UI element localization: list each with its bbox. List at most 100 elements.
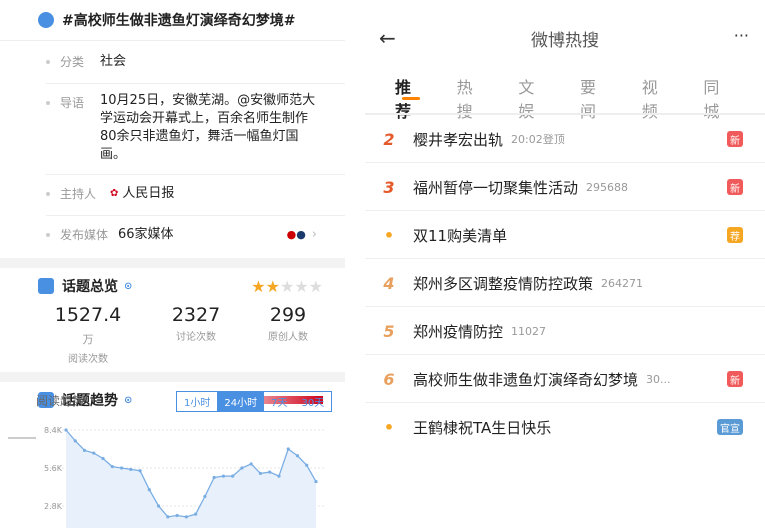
y-tick-label: 8.4K xyxy=(44,426,63,435)
star-icon: ★ xyxy=(308,276,323,296)
item-badge: 新 xyxy=(727,179,743,195)
media-value: 66家媒体 xyxy=(118,227,174,242)
hot-search-item[interactable]: 5 郑州疫情防控 11027 xyxy=(365,306,765,355)
item-badge: 新 xyxy=(727,131,743,147)
item-meta: 264271 xyxy=(601,276,644,290)
info-media[interactable]: 发布媒体 66家媒体 ●● › xyxy=(0,224,345,246)
item-title: 王鹤棣祝TA生日快乐 xyxy=(413,418,552,437)
media-label: 发布媒体 xyxy=(60,228,109,242)
rank-number: 4 xyxy=(383,273,395,293)
trend-point xyxy=(268,470,272,474)
hot-search-item[interactable]: 6 高校师生做非遗鱼灯演绎奇幻梦境 30... 新 xyxy=(365,354,765,403)
overview-header: 话题总览 ⊙ ★★★★★ xyxy=(0,268,345,304)
hot-search-item[interactable]: 2 樱井孝宏出轨 20:02登顶 新 xyxy=(365,114,765,163)
star-icon: ★ xyxy=(265,276,280,296)
hot-search-item[interactable]: 3 福州暂停一切聚集性活动 295688 新 xyxy=(365,162,765,211)
hot-search-item[interactable]: • 王鹤棣祝TA生日快乐 官宣 xyxy=(365,402,765,451)
trend-point xyxy=(101,456,105,461)
hot-search-panel: ← 微博热搜 ··· 推荐 热搜 文娱 要闻 视频 同城 2 樱井孝宏出轨 20:02登顶新 3… xyxy=(365,0,765,531)
trend-point xyxy=(194,512,198,516)
category-value[interactable]: 社会 xyxy=(100,51,317,73)
item-title: 樱井孝宏出轨 xyxy=(413,130,504,149)
info-icon[interactable]: ⊙ xyxy=(124,281,132,292)
item-meta: 20:02登顶 xyxy=(511,133,565,146)
time-range-tabs: 1小时 24小时 7天 30天 xyxy=(176,391,333,412)
trend-point xyxy=(138,469,142,473)
rank-number: 5 xyxy=(383,321,395,341)
stat-read: 1527.4 万 阅读次数 xyxy=(54,304,122,365)
category-label: 分类 xyxy=(60,55,85,69)
rank-number: 3 xyxy=(383,177,395,197)
item-meta: 295688 xyxy=(586,180,629,194)
star-icon: ★ xyxy=(279,276,295,296)
item-title: 福州暂停一切聚集性活动 xyxy=(413,178,579,197)
page-title: 微博热搜 xyxy=(531,31,599,51)
topic-detail-panel: #高校师生做非遗鱼灯演绎奇幻梦境# 分类 社会 导语 10月25日，安徽芜湖。@… xyxy=(0,0,345,531)
range-tab[interactable]: 24小时 xyxy=(217,392,265,411)
overview-stats: 1527.4 万 阅读次数 2327 讨论次数 299 原创人数 xyxy=(0,304,345,365)
trend-point xyxy=(240,466,244,470)
trend-point xyxy=(166,515,170,519)
navbar: ← 微博热搜 ··· xyxy=(365,26,765,56)
more-icon[interactable]: ··· xyxy=(734,26,749,45)
item-title: 高校师生做非遗鱼灯演绎奇幻梦境 xyxy=(413,370,639,389)
media-logos-icon: ●● xyxy=(286,228,306,241)
host-value[interactable]: 人民日报 xyxy=(122,183,317,205)
trend-point xyxy=(314,479,318,484)
range-tab[interactable]: 1小时 xyxy=(177,392,217,411)
star-icon: ★ xyxy=(294,276,309,296)
topic-title: #高校师生做非遗鱼灯演绎奇幻梦境# xyxy=(62,13,296,29)
item-title: 郑州疫情防控 xyxy=(413,322,504,341)
y-tick-label: 5.6K xyxy=(44,464,63,473)
item-title: 郑州多区调整疫情防控政策 xyxy=(413,274,594,293)
item-badge: 荐 xyxy=(727,227,743,243)
trend-point xyxy=(119,466,124,470)
trend-point xyxy=(203,494,207,499)
item-meta: 30... xyxy=(646,372,671,386)
trend-point xyxy=(64,428,68,432)
trend-point xyxy=(129,467,133,471)
trend-point xyxy=(305,463,309,467)
trend-area xyxy=(66,430,316,528)
rank-number: 2 xyxy=(383,129,395,149)
rmrb-logo-icon: ✿ xyxy=(110,188,119,199)
item-badge: 新 xyxy=(727,371,743,387)
intro-value: 10月25日，安徽芜湖。@安徽师范大学运动会开幕式上，百余名师生制作80余只非遗… xyxy=(100,93,316,162)
trend-point xyxy=(295,454,300,458)
hot-search-item[interactable]: • 双11购美清单 荐 xyxy=(365,210,765,259)
intro-label: 导语 xyxy=(60,96,85,110)
stat-discuss: 2327 讨论次数 xyxy=(171,304,221,343)
info-host: 主持人 ✿ 人民日报 xyxy=(0,183,345,205)
range-tab[interactable]: 30天 xyxy=(294,392,331,411)
y-tick-label: 2.8K xyxy=(44,502,63,511)
trend-point xyxy=(184,515,188,519)
hot-search-item[interactable]: 4 郑州多区调整疫情防控政策 264271 xyxy=(365,258,765,307)
trend-point xyxy=(258,471,263,476)
overview-title: 话题总览 xyxy=(62,279,118,295)
item-title: 双11购美清单 xyxy=(413,226,508,245)
rank-number: • xyxy=(383,225,395,245)
item-meta: 11027 xyxy=(511,324,547,338)
trend-point xyxy=(286,447,290,451)
info-category: 分类 社会 xyxy=(0,51,345,73)
rank-number: • xyxy=(383,417,395,437)
range-tab[interactable]: 7天 xyxy=(264,392,294,411)
trend-point xyxy=(147,488,151,492)
chevron-right-icon: › xyxy=(311,227,317,242)
trend-point xyxy=(110,465,114,469)
star-icon: ★ xyxy=(251,276,266,296)
trend-point xyxy=(249,462,253,466)
trend-point xyxy=(277,474,281,478)
topic-icon xyxy=(38,12,54,28)
trend-point xyxy=(92,451,96,455)
stat-original: 299 原创人数 xyxy=(268,304,308,343)
rank-number: 6 xyxy=(383,369,395,389)
trend-point xyxy=(221,474,226,478)
info-icon[interactable]: ⊙ xyxy=(124,395,132,406)
info-intro: 导语 10月25日，安徽芜湖。@安徽师范大学运动会开幕式上，百余名师生制作80余… xyxy=(0,92,345,164)
trend-point xyxy=(175,513,179,518)
topic-title-row: #高校师生做非遗鱼灯演绎奇幻梦境# xyxy=(0,0,345,40)
trend-point xyxy=(73,439,77,443)
trend-point xyxy=(82,448,87,452)
item-badge: 官宣 xyxy=(717,419,743,435)
